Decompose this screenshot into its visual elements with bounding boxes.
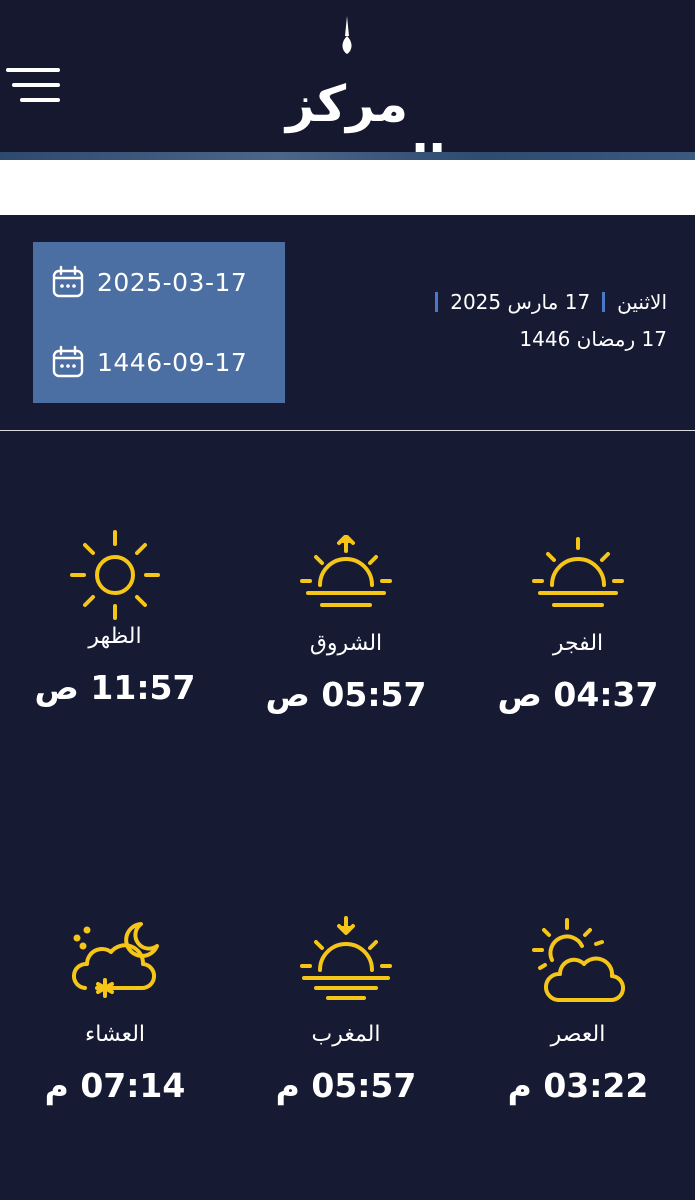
prayer-name: الظهر	[88, 624, 142, 649]
menu-line-icon	[12, 83, 60, 87]
prayer-name: الفجر	[552, 631, 604, 656]
hijri-date: 1446-09-17	[97, 347, 248, 377]
sun-cloud-icon	[532, 918, 625, 1003]
hamburger-menu-button[interactable]	[6, 68, 60, 106]
prayer-time: 03:22 م	[507, 1066, 649, 1105]
sunrise-icon	[532, 537, 624, 607]
date-section: 2025-03-17 1446-09-17 الاثنين 17 مارس 20…	[0, 215, 695, 430]
site-header: مركز العجيري	[0, 0, 695, 193]
sunset-arrow-icon	[300, 916, 392, 1000]
separator	[602, 292, 606, 312]
hijri-date-row: 1446-09-17	[51, 342, 247, 382]
prayer-name: العشاء	[84, 1022, 146, 1047]
date-info: الاثنين 17 مارس 2025 17 رمضان 1446	[287, 285, 667, 359]
prayer-name: العصر	[550, 1022, 606, 1047]
prayer-time: 05:57 ص	[265, 675, 427, 714]
section-divider	[0, 430, 695, 431]
prayer-asr: العصر 03:22 م	[478, 916, 678, 1108]
menu-line-icon	[6, 68, 60, 72]
gregorian-date: 2025-03-17	[97, 267, 248, 297]
white-banner	[0, 160, 695, 215]
date-box: 2025-03-17 1446-09-17	[33, 242, 285, 403]
prayer-dhuhr: الظهر 11:57 ص	[15, 528, 215, 710]
site-logo[interactable]: مركز العجيري	[232, 14, 462, 193]
gregorian-date-text: 17 مارس 2025	[450, 290, 591, 314]
header-stripe	[0, 152, 695, 160]
gregorian-date-row: 2025-03-17	[51, 262, 247, 302]
prayer-shurooq: الشروق 05:57 ص	[246, 535, 446, 717]
separator	[435, 292, 439, 312]
prayer-time: 05:57 م	[275, 1066, 417, 1105]
date-line-gregorian: الاثنين 17 مارس 2025	[287, 285, 667, 319]
prayer-isha: العشاء 07:14 م	[15, 916, 215, 1108]
calendar-icon	[52, 265, 84, 298]
sun-icon	[70, 530, 160, 620]
moon-cloud-icon	[72, 922, 159, 998]
prayer-time: 07:14 م	[44, 1066, 186, 1105]
menu-line-icon	[20, 98, 60, 102]
calendar-icon	[52, 345, 84, 378]
prayer-time: 11:57 ص	[34, 668, 196, 707]
day-name: الاثنين	[617, 290, 667, 314]
prayer-time: 04:37 ص	[497, 675, 659, 714]
prayer-fajr: الفجر 04:37 ص	[478, 535, 678, 717]
prayer-maghrib: المغرب 05:57 م	[246, 916, 446, 1108]
sun-rising-arrow-icon	[300, 535, 392, 607]
prayer-name: الشروق	[309, 631, 383, 656]
hijri-date-text: 17 رمضان 1446	[519, 327, 667, 351]
prayer-name: المغرب	[311, 1022, 381, 1047]
